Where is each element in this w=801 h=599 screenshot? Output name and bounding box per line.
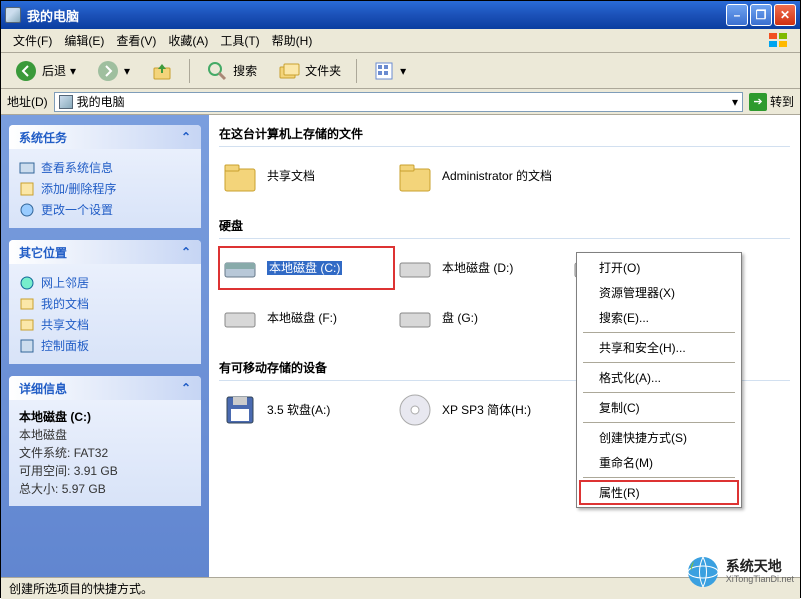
status-text: 创建所选项目的快捷方式。 [9, 580, 153, 597]
chevron-down-icon: ▾ [70, 64, 76, 78]
item-admin-docs[interactable]: Administrator 的文档 [394, 155, 569, 197]
status-bar: 创建所选项目的快捷方式。 [1, 577, 800, 599]
go-button[interactable]: ➔ 转到 [749, 93, 794, 111]
floppy-icon [221, 391, 259, 429]
windows-logo-icon [764, 31, 794, 51]
views-button[interactable]: ▾ [365, 56, 413, 86]
panel-header[interactable]: 其它位置 ⌃ [9, 240, 201, 264]
section-drives-header: 硬盘 [219, 213, 790, 239]
maximize-button[interactable]: ❐ [750, 4, 772, 26]
back-button[interactable]: 后退 ▾ [7, 56, 83, 86]
views-icon [372, 59, 396, 83]
menu-favorites[interactable]: 收藏(A) [162, 32, 214, 49]
folder-icon [221, 157, 259, 195]
search-button[interactable]: 搜索 [198, 56, 264, 86]
item-shared-docs[interactable]: 共享文档 [219, 155, 394, 197]
search-icon [205, 59, 229, 83]
watermark: 系统天地 XiTongTianDi.net [686, 555, 794, 589]
link-add-remove[interactable]: 添加/删除程序 [19, 178, 191, 199]
section-files-header: 在这台计算机上存储的文件 [219, 121, 790, 147]
folders-button[interactable]: 文件夹 [270, 56, 348, 86]
panel-system-tasks: 系统任务 ⌃ 查看系统信息 添加/删除程序 更改一个设置 [9, 125, 201, 228]
forward-button[interactable]: ▾ [89, 56, 137, 86]
link-my-docs[interactable]: 我的文档 [19, 293, 191, 314]
go-arrow-icon: ➔ [749, 93, 767, 111]
drive-d[interactable]: 本地磁盘 (D:) [394, 247, 569, 289]
detail-type: 本地磁盘 [19, 426, 191, 444]
back-icon [14, 59, 38, 83]
forward-icon [96, 59, 120, 83]
up-button[interactable] [143, 56, 181, 86]
address-input[interactable]: 我的电脑 ▾ [54, 92, 743, 112]
context-menu-item[interactable]: 打开(O) [579, 255, 739, 280]
hdd-icon [396, 249, 434, 287]
close-button[interactable]: ✕ [774, 4, 796, 26]
collapse-icon: ⌃ [181, 245, 191, 259]
address-label: 地址(D) [7, 93, 48, 110]
context-menu-item[interactable]: 属性(R) [579, 480, 739, 505]
context-menu: 打开(O)资源管理器(X)搜索(E)... 共享和安全(H)... 格式化(A)..… [576, 252, 742, 508]
drive-g[interactable]: 盘 (G:) [394, 297, 569, 339]
link-system-info[interactable]: 查看系统信息 [19, 157, 191, 178]
minimize-button[interactable]: – [726, 4, 748, 26]
collapse-icon: ⌃ [181, 381, 191, 395]
menu-bar: 文件(F) 编辑(E) 查看(V) 收藏(A) 工具(T) 帮助(H) [1, 29, 800, 53]
computer-icon [59, 95, 73, 109]
cd-icon [396, 391, 434, 429]
collapse-icon: ⌃ [181, 130, 191, 144]
drive-c[interactable]: 本地磁盘 (C:) [219, 247, 394, 289]
sidebar: 系统任务 ⌃ 查看系统信息 添加/删除程序 更改一个设置 其它位置 ⌃ 网上邻居… [1, 115, 209, 577]
chevron-down-icon: ▾ [124, 64, 130, 78]
panel-other-places: 其它位置 ⌃ 网上邻居 我的文档 共享文档 控制面板 [9, 240, 201, 364]
context-menu-item[interactable]: 搜索(E)... [579, 305, 739, 330]
floppy-a[interactable]: 3.5 软盘(A:) [219, 389, 394, 431]
folders-icon [277, 59, 301, 83]
context-menu-item[interactable]: 格式化(A)... [579, 365, 739, 390]
drive-h[interactable]: XP SP3 简体(H:) [394, 389, 569, 431]
context-menu-item[interactable]: 重命名(M) [579, 450, 739, 475]
hdd-icon [396, 299, 434, 337]
menu-help[interactable]: 帮助(H) [266, 32, 319, 49]
panel-header[interactable]: 详细信息 ⌃ [9, 376, 201, 400]
globe-icon [686, 555, 720, 589]
chevron-down-icon[interactable]: ▾ [732, 95, 738, 109]
content-area: 在这台计算机上存储的文件 共享文档 Administrator 的文档 硬盘 本… [209, 115, 800, 577]
menu-view[interactable]: 查看(V) [110, 32, 162, 49]
toolbar: 后退 ▾ ▾ 搜索 文件夹 ▾ [1, 53, 800, 89]
link-change-setting[interactable]: 更改一个设置 [19, 199, 191, 220]
context-menu-item[interactable]: 复制(C) [579, 395, 739, 420]
window-title: 我的电脑 [27, 6, 79, 25]
drive-f[interactable]: 本地磁盘 (F:) [219, 297, 394, 339]
detail-name: 本地磁盘 (C:) [19, 408, 191, 426]
chevron-down-icon: ▾ [400, 64, 406, 78]
panel-details: 详细信息 ⌃ 本地磁盘 (C:) 本地磁盘 文件系统: FAT32 可用空间: … [9, 376, 201, 506]
folder-icon [396, 157, 434, 195]
hdd-icon [221, 249, 259, 287]
address-bar: 地址(D) 我的电脑 ▾ ➔ 转到 [1, 89, 800, 115]
link-shared-docs[interactable]: 共享文档 [19, 314, 191, 335]
link-network[interactable]: 网上邻居 [19, 272, 191, 293]
folder-up-icon [150, 59, 174, 83]
context-menu-item[interactable]: 创建快捷方式(S) [579, 425, 739, 450]
title-bar: 我的电脑 – ❐ ✕ [1, 1, 800, 29]
app-icon [5, 7, 21, 23]
panel-header[interactable]: 系统任务 ⌃ [9, 125, 201, 149]
link-control-panel[interactable]: 控制面板 [19, 335, 191, 356]
hdd-icon [221, 299, 259, 337]
menu-file[interactable]: 文件(F) [7, 32, 58, 49]
menu-edit[interactable]: 编辑(E) [58, 32, 110, 49]
menu-tools[interactable]: 工具(T) [214, 32, 265, 49]
context-menu-item[interactable]: 资源管理器(X) [579, 280, 739, 305]
context-menu-item[interactable]: 共享和安全(H)... [579, 335, 739, 360]
